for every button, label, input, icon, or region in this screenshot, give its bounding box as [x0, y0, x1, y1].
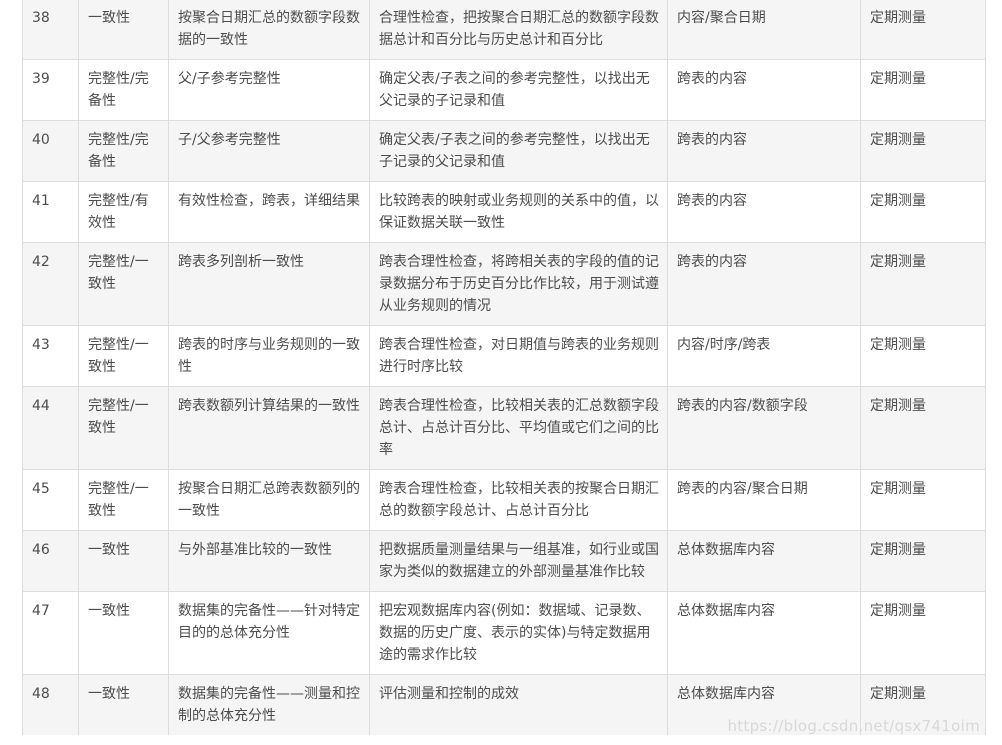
table-row: 43 完整性/一致性 跨表的时序与业务规则的一致性 跨表合理性检查，对日期值与跨…: [22, 325, 986, 387]
cell-object: 跨表的内容: [667, 242, 861, 326]
cell-measure-name: 子/父参考完整性: [168, 120, 370, 182]
cell-object: 总体数据库内容: [667, 674, 861, 735]
cell-measure-name: 按聚合日期汇总跨表数额列的一致性: [168, 469, 370, 531]
cell-no: 41: [22, 181, 79, 243]
cell-description: 确定父表/子表之间的参考完整性，以找出无子记录的父记录和值: [369, 120, 668, 182]
cell-object: 总体数据库内容: [667, 591, 861, 675]
cell-dimension: 一致性: [78, 0, 169, 60]
cell-description: 把宏观数据库内容(例如：数据域、记录数、数据的历史广度、表示的实体)与特定数据用…: [369, 591, 668, 675]
table-row: 38 一致性 按聚合日期汇总的数额字段数据的一致性 合理性检查，把按聚合日期汇总…: [22, 0, 986, 60]
cell-description: 比较跨表的映射或业务规则的关系中的值，以保证数据关联一致性: [369, 181, 668, 243]
table-row: 44 完整性/一致性 跨表数额列计算结果的一致性 跨表合理性检查，比较相关表的汇…: [22, 386, 986, 470]
cell-dimension: 一致性: [78, 530, 169, 592]
cell-dimension: 完整性/一致性: [78, 469, 169, 531]
cell-dimension: 完整性/完备性: [78, 59, 169, 121]
cell-object: 总体数据库内容: [667, 530, 861, 592]
cell-object: 内容/时序/跨表: [667, 325, 861, 387]
cell-object: 跨表的内容/数额字段: [667, 386, 861, 470]
cell-frequency: 定期测量: [860, 120, 986, 182]
cell-description: 评估测量和控制的成效: [369, 674, 668, 735]
cell-frequency: 定期测量: [860, 591, 986, 675]
table-row: 41 完整性/有效性 有效性检查，跨表，详细结果 比较跨表的映射或业务规则的关系…: [22, 181, 986, 243]
cell-object: 跨表的内容/聚合日期: [667, 469, 861, 531]
cell-dimension: 完整性/一致性: [78, 242, 169, 326]
cell-dimension: 一致性: [78, 591, 169, 675]
cell-frequency: 定期测量: [860, 386, 986, 470]
cell-frequency: 定期测量: [860, 181, 986, 243]
cell-no: 39: [22, 59, 79, 121]
cell-measure-name: 与外部基准比较的一致性: [168, 530, 370, 592]
table-row: 42 完整性/一致性 跨表多列剖析一致性 跨表合理性检查，将跨相关表的字段的值的…: [22, 242, 986, 326]
table-row: 46 一致性 与外部基准比较的一致性 把数据质量测量结果与一组基准，如行业或国家…: [22, 530, 986, 592]
cell-frequency: 定期测量: [860, 325, 986, 387]
data-quality-measure-table: 38 一致性 按聚合日期汇总的数额字段数据的一致性 合理性检查，把按聚合日期汇总…: [22, 0, 986, 735]
cell-no: 44: [22, 386, 79, 470]
cell-measure-name: 数据集的完备性——测量和控制的总体充分性: [168, 674, 370, 735]
cell-measure-name: 有效性检查，跨表，详细结果: [168, 181, 370, 243]
cell-dimension: 完整性/一致性: [78, 325, 169, 387]
cell-frequency: 定期测量: [860, 242, 986, 326]
data-quality-table-container: 38 一致性 按聚合日期汇总的数额字段数据的一致性 合理性检查，把按聚合日期汇总…: [22, 0, 986, 735]
cell-dimension: 完整性/一致性: [78, 386, 169, 470]
table-row: 39 完整性/完备性 父/子参考完整性 确定父表/子表之间的参考完整性，以找出无…: [22, 59, 986, 121]
cell-measure-name: 按聚合日期汇总的数额字段数据的一致性: [168, 0, 370, 60]
table-row: 48 一致性 数据集的完备性——测量和控制的总体充分性 评估测量和控制的成效 总…: [22, 674, 986, 735]
cell-description: 把数据质量测量结果与一组基准，如行业或国家为类似的数据建立的外部测量基准作比较: [369, 530, 668, 592]
cell-object: 跨表的内容: [667, 120, 861, 182]
cell-no: 45: [22, 469, 79, 531]
cell-object: 内容/聚合日期: [667, 0, 861, 60]
cell-object: 跨表的内容: [667, 59, 861, 121]
cell-object: 跨表的内容: [667, 181, 861, 243]
cell-measure-name: 跨表数额列计算结果的一致性: [168, 386, 370, 470]
cell-description: 跨表合理性检查，对日期值与跨表的业务规则进行时序比较: [369, 325, 668, 387]
table-row: 45 完整性/一致性 按聚合日期汇总跨表数额列的一致性 跨表合理性检查，比较相关…: [22, 469, 986, 531]
cell-dimension: 一致性: [78, 674, 169, 735]
cell-description: 跨表合理性检查，将跨相关表的字段的值的记录数据分布于历史百分比作比较，用于测试遵…: [369, 242, 668, 326]
cell-dimension: 完整性/有效性: [78, 181, 169, 243]
cell-description: 跨表合理性检查，比较相关表的按聚合日期汇总的数额字段总计、占总计百分比: [369, 469, 668, 531]
cell-no: 47: [22, 591, 79, 675]
cell-frequency: 定期测量: [860, 530, 986, 592]
cell-no: 38: [22, 0, 79, 60]
cell-frequency: 定期测量: [860, 674, 986, 735]
cell-no: 40: [22, 120, 79, 182]
cell-measure-name: 跨表的时序与业务规则的一致性: [168, 325, 370, 387]
cell-no: 48: [22, 674, 79, 735]
cell-measure-name: 父/子参考完整性: [168, 59, 370, 121]
cell-dimension: 完整性/完备性: [78, 120, 169, 182]
cell-description: 合理性检查，把按聚合日期汇总的数额字段数据总计和百分比与历史总计和百分比: [369, 0, 668, 60]
cell-frequency: 定期测量: [860, 0, 986, 60]
cell-measure-name: 数据集的完备性——针对特定目的的总体充分性: [168, 591, 370, 675]
cell-no: 42: [22, 242, 79, 326]
cell-description: 确定父表/子表之间的参考完整性，以找出无父记录的子记录和值: [369, 59, 668, 121]
table-row: 40 完整性/完备性 子/父参考完整性 确定父表/子表之间的参考完整性，以找出无…: [22, 120, 986, 182]
cell-no: 43: [22, 325, 79, 387]
cell-frequency: 定期测量: [860, 59, 986, 121]
table-row: 47 一致性 数据集的完备性——针对特定目的的总体充分性 把宏观数据库内容(例如…: [22, 591, 986, 675]
cell-description: 跨表合理性检查，比较相关表的汇总数额字段总计、占总计百分比、平均值或它们之间的比…: [369, 386, 668, 470]
cell-measure-name: 跨表多列剖析一致性: [168, 242, 370, 326]
cell-frequency: 定期测量: [860, 469, 986, 531]
cell-no: 46: [22, 530, 79, 592]
